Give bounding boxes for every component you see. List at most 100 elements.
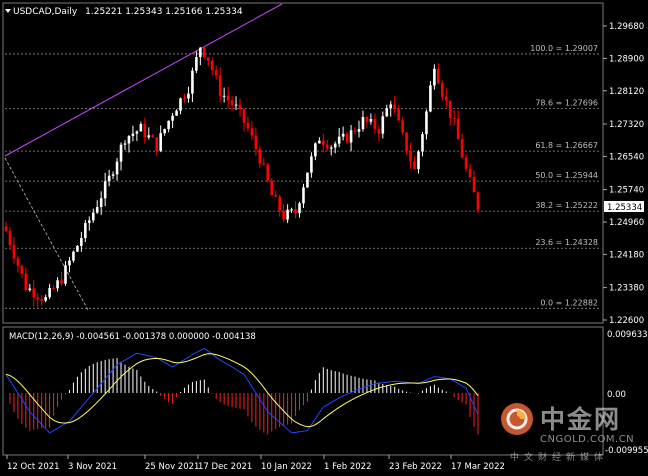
price-tick-label: 1.22600 <box>609 316 644 326</box>
bear-candle <box>206 57 210 61</box>
bull-candle <box>175 110 178 116</box>
bear-candle <box>448 100 452 118</box>
bear-candle <box>143 124 147 138</box>
bull-candle <box>302 187 305 204</box>
bull-candle <box>115 161 119 175</box>
bear-candle <box>226 95 230 101</box>
brand-logo-icon <box>501 403 533 435</box>
bull-candle <box>95 207 99 213</box>
bear-candle <box>24 273 28 291</box>
fib-level-label: 78.6 = 1.27696 <box>535 98 598 107</box>
date-tick-label: 3 Nov 2021 <box>68 462 117 472</box>
macd-label: MACD(12,26,9) -0.004561 -0.001378 0.0000… <box>9 332 256 342</box>
brand-domain: CNGOLD.COM.CN <box>540 434 635 445</box>
bull-candle <box>310 156 313 173</box>
bull-candle <box>429 85 432 112</box>
bull-candle <box>48 287 51 298</box>
bull-candle <box>306 172 309 188</box>
bull-candle <box>385 108 389 117</box>
bull-candle <box>91 212 95 221</box>
bear-candle <box>274 195 278 197</box>
bear-candle <box>52 287 55 289</box>
price-tick-label: 1.29680 <box>609 22 644 32</box>
brand-tagline: 中文财经新媒体 <box>510 453 609 463</box>
bull-candle <box>389 104 393 109</box>
bull-candle <box>80 238 83 246</box>
bear-candle <box>468 168 472 177</box>
date-tick-label: 23 Feb 2022 <box>389 462 442 472</box>
price-tick-label: 1.28120 <box>609 87 644 97</box>
bear-candle <box>405 132 408 152</box>
bear-candle <box>4 226 8 231</box>
bull-candle <box>199 47 202 58</box>
date-axis: 12 Oct 2021 3 Nov 2021 25 Nov 202117 Dec 2… <box>6 455 505 472</box>
price-panel[interactable] <box>2 2 604 324</box>
bear-candle <box>409 151 412 162</box>
bull-candle <box>314 143 317 157</box>
date-tick-label: 25 Nov 2021 <box>145 462 199 472</box>
bear-candle <box>413 161 416 170</box>
bull-candle <box>425 111 428 135</box>
bear-candle <box>40 298 43 301</box>
bear-candle <box>258 149 262 164</box>
ohlc-values: 1.25221 1.25343 1.25166 1.25334 <box>85 7 243 17</box>
bull-candle <box>163 129 166 134</box>
bear-candle <box>325 144 329 149</box>
bull-candle <box>131 133 135 136</box>
price-tick-label: 1.26540 <box>609 152 644 162</box>
date-tick-label: 12 Oct 2021 <box>7 462 60 472</box>
bear-candle <box>218 75 222 97</box>
bear-candle <box>262 163 266 165</box>
fib-level-label: 38.2 = 1.25222 <box>535 201 598 210</box>
bear-candle <box>282 210 285 220</box>
bear-candle <box>266 164 270 181</box>
bull-candle <box>119 144 123 162</box>
bear-candle <box>12 245 16 259</box>
bull-candle <box>187 93 190 99</box>
bull-candle <box>298 203 301 214</box>
bull-candle <box>107 175 111 182</box>
bull-candle <box>44 297 47 301</box>
bull-candle <box>68 260 71 266</box>
fib-level-label: 23.6 = 1.24328 <box>535 238 598 247</box>
bear-candle <box>250 128 254 136</box>
brand-name: 中金网 <box>540 405 622 434</box>
symbol-label: USDCAD,Daily <box>13 7 78 17</box>
macd-axis-top: 0.009633 <box>607 330 648 340</box>
date-tick-label: 1 Feb 2022 <box>324 462 372 472</box>
bull-candle <box>381 116 385 134</box>
bear-candle <box>183 98 186 100</box>
bull-candle <box>159 133 162 151</box>
bear-candle <box>151 135 155 138</box>
bull-candle <box>147 135 151 138</box>
bear-candle <box>8 230 12 246</box>
bull-candle <box>84 222 87 239</box>
price-tick-label: 1.25740 <box>609 186 644 196</box>
price-tick-label: 1.27320 <box>609 120 644 130</box>
bear-candle <box>230 100 234 106</box>
price-tick-label: 1.24960 <box>609 218 644 228</box>
bear-candle <box>155 137 159 151</box>
bull-candle <box>417 151 420 170</box>
bear-candle <box>246 122 250 129</box>
date-tick-label: 10 Jan 2022 <box>261 462 312 472</box>
fib-level-label: 50.0 = 1.25944 <box>535 171 598 180</box>
bear-candle <box>377 128 381 134</box>
fib-level-label: 0.0 = 1.22882 <box>540 298 598 307</box>
bull-candle <box>171 115 174 121</box>
price-tick-label: 1.23380 <box>609 284 644 294</box>
bear-candle <box>397 109 400 121</box>
bull-candle <box>290 209 293 211</box>
bull-candle <box>349 130 353 143</box>
bull-candle <box>87 220 91 223</box>
bull-candle <box>195 57 198 71</box>
bull-candle <box>123 143 127 145</box>
bull-candle <box>179 98 182 111</box>
bear-candle <box>294 209 297 214</box>
bull-candle <box>234 104 238 106</box>
bull-candle <box>139 124 143 132</box>
bull-candle <box>433 68 436 86</box>
price-axis: 1.29680 1.28900 1.28120 1.27320 1.26540 1.257… <box>603 22 644 326</box>
price-tick-label: 1.24180 <box>609 250 644 260</box>
current-price-label: 1.25334 <box>607 203 642 213</box>
